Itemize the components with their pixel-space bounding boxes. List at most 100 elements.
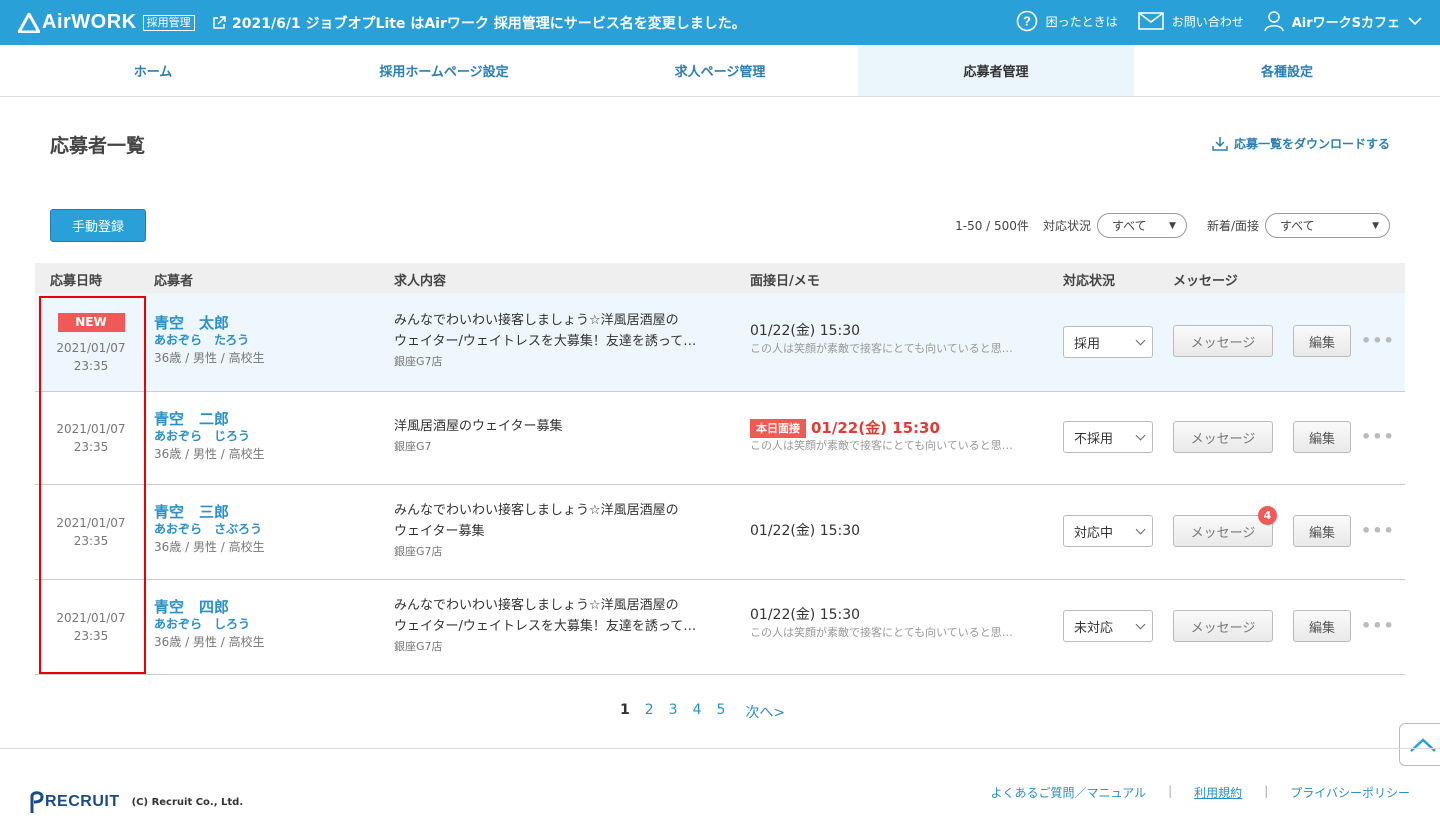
top-bar: AirWORK 採用管理 2021/6/1 ジョブオプLite はAirワーク …: [0, 0, 1440, 45]
page-link[interactable]: 2: [645, 702, 654, 722]
chevron-down-icon: [1135, 430, 1146, 440]
col-interview: 面接日/メモ: [750, 274, 820, 289]
applicant-name-link[interactable]: 青空 太郎: [154, 314, 265, 332]
tab-home[interactable]: ホーム: [0, 45, 306, 96]
applied-time: 23:35: [73, 440, 109, 454]
recruit-mark-icon: [30, 791, 44, 813]
svg-text:?: ?: [1023, 14, 1031, 29]
notice-text: 2021/6/1 ジョブオプLite はAirワーク 採用管理にサービス名を変更…: [232, 16, 746, 32]
status-value: 採用: [1074, 336, 1101, 352]
applied-date: 2021/01/07: [56, 611, 126, 625]
message-button[interactable]: メッセージ: [1173, 325, 1273, 357]
faq-link[interactable]: よくあるご質問／マニュアル: [990, 784, 1146, 801]
chevron-down-icon: [1408, 17, 1422, 26]
applied-date: 2021/01/07: [56, 516, 126, 530]
edit-button[interactable]: 編集: [1293, 515, 1351, 547]
message-button-label: メッセージ: [1190, 525, 1256, 541]
job-shop: 銀座G7: [394, 440, 432, 453]
status-value: 対応中: [1074, 525, 1114, 541]
airwork-logo[interactable]: AirWORK 採用管理: [18, 11, 195, 34]
job-title-line: みんなでわいわい接客しましょう☆洋風居酒屋の: [394, 598, 679, 613]
main-nav: ホーム 採用ホームページ設定 求人ページ管理 応募者管理 各種設定: [0, 45, 1440, 97]
more-options-icon[interactable]: •••: [1361, 616, 1395, 635]
help-link[interactable]: ? 困ったときは: [1016, 10, 1118, 32]
chevron-down-icon: [1135, 524, 1146, 534]
message-button[interactable]: メッセージ: [1173, 421, 1273, 453]
page-link[interactable]: 3: [669, 702, 678, 722]
more-options-icon[interactable]: •••: [1361, 427, 1395, 446]
help-icon: ?: [1016, 10, 1037, 32]
applied-time: 23:35: [73, 534, 109, 548]
tab-applicants[interactable]: 応募者管理: [858, 45, 1134, 96]
account-menu[interactable]: AirワークSカフェ: [1263, 10, 1422, 32]
applicant-meta: 36歳 / 男性 / 高校生: [154, 635, 265, 649]
applicant-name-link[interactable]: 青空 二郎: [154, 410, 265, 428]
download-icon: [1212, 136, 1228, 151]
more-options-icon[interactable]: •••: [1361, 521, 1395, 540]
new-badge: NEW: [57, 313, 125, 332]
applicant-kana: あおぞら しろう: [154, 617, 251, 631]
logo-text: AirWORK: [42, 11, 137, 33]
job-shop: 銀座G7店: [394, 355, 443, 368]
applicant-meta: 36歳 / 男性 / 高校生: [154, 540, 265, 554]
type-filter-select[interactable]: すべて ▼: [1265, 213, 1390, 238]
logo-triangle-icon: [18, 12, 40, 33]
external-link-icon: [213, 16, 226, 29]
footer-links: よくあるご質問／マニュアル | 利用規約 | プライバシーポリシー: [990, 784, 1410, 801]
status-select[interactable]: 不採用: [1063, 421, 1153, 453]
status-select[interactable]: 採用: [1063, 326, 1153, 358]
page-link-current[interactable]: 1: [620, 702, 630, 722]
col-applicant: 応募者: [154, 274, 194, 289]
scroll-to-top-button[interactable]: [1399, 723, 1440, 766]
job-title-line: 洋風居酒屋のウェイター募集: [394, 419, 563, 434]
today-interview-badge: 本日面接: [750, 419, 806, 438]
job-title-line: みんなでわいわい接客しましょう☆洋風居酒屋の: [394, 313, 679, 328]
terms-link[interactable]: 利用規約: [1194, 784, 1242, 801]
applicant-kana: あおぞら たろう: [154, 333, 250, 347]
copyright: (C) Recruit Co., Ltd.: [131, 796, 244, 808]
page-link[interactable]: 4: [693, 702, 702, 722]
applicant-name-link[interactable]: 青空 四郎: [154, 598, 265, 616]
applicant-meta: 36歳 / 男性 / 高校生: [154, 351, 265, 365]
more-options-icon[interactable]: •••: [1361, 331, 1395, 350]
tab-job-pages[interactable]: 求人ページ管理: [582, 45, 858, 96]
footer-brand: RECRUIT (C) Recruit Co., Ltd.: [30, 790, 243, 814]
filter-bar: 1-50 / 500件 対応状況 すべて ▼ 新着/面接 すべて ▼: [955, 213, 1390, 238]
job-title-line: みんなでわいわい接客しましょう☆洋風居酒屋の: [394, 503, 679, 518]
result-count: 1-50 / 500件: [955, 219, 1029, 233]
edit-button[interactable]: 編集: [1293, 325, 1351, 357]
caret-down-icon: ▼: [1169, 220, 1176, 231]
col-applied-date: 応募日時: [50, 274, 103, 289]
privacy-link[interactable]: プライバシーポリシー: [1290, 784, 1410, 801]
status-value: 不採用: [1074, 431, 1114, 447]
caret-down-icon: ▼: [1372, 220, 1379, 231]
message-button[interactable]: メッセージ 4: [1173, 506, 1277, 547]
download-link[interactable]: 応募一覧をダウンロードする: [1212, 135, 1390, 152]
job-title-line: ウェイター/ウェイトレスを大募集！友達を誘って…: [394, 619, 697, 634]
table-header: 応募日時 応募者 求人内容 面接日/メモ 対応状況 メッセージ: [35, 263, 1405, 293]
edit-button[interactable]: 編集: [1293, 610, 1351, 642]
page-title: 応募者一覧: [50, 135, 146, 157]
user-icon: [1263, 11, 1284, 32]
tab-settings[interactable]: 各種設定: [1134, 45, 1440, 96]
job-shop: 銀座G7店: [394, 640, 443, 653]
interview-memo: この人は笑顔が素敵で接客にとても向いていると思…: [750, 439, 1013, 452]
col-job: 求人内容: [394, 274, 447, 289]
status-filter-label: 対応状況: [1042, 219, 1091, 233]
contact-link[interactable]: お問い合わせ: [1137, 12, 1244, 30]
page-link[interactable]: 5: [717, 702, 726, 722]
chevron-up-icon: [1410, 737, 1436, 752]
applicant-name-link[interactable]: 青空 三郎: [154, 503, 265, 521]
status-filter-select[interactable]: すべて ▼: [1096, 213, 1187, 238]
applicant-meta: 36歳 / 男性 / 高校生: [154, 447, 265, 461]
unread-count-badge: 4: [1258, 506, 1277, 525]
edit-button[interactable]: 編集: [1293, 421, 1351, 453]
next-page-link[interactable]: 次へ>: [745, 702, 785, 722]
applied-date: 2021/01/07: [56, 422, 126, 436]
status-select[interactable]: 対応中: [1063, 515, 1153, 547]
tab-recruit-homepage[interactable]: 採用ホームページ設定: [306, 45, 582, 96]
service-notice-link[interactable]: 2021/6/1 ジョブオプLite はAirワーク 採用管理にサービス名を変更…: [212, 13, 746, 33]
manual-register-button[interactable]: 手動登録: [50, 209, 146, 242]
status-select[interactable]: 未対応: [1063, 610, 1153, 642]
message-button[interactable]: メッセージ: [1173, 610, 1273, 642]
